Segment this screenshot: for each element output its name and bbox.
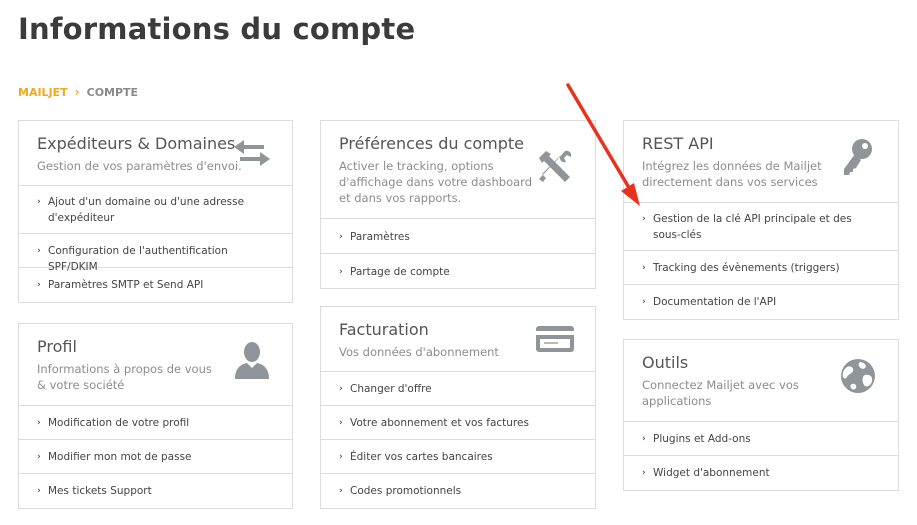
card-billing-header: Facturation Vos données d'abonnement: [321, 307, 595, 372]
chevron-right-icon: ›: [339, 418, 343, 428]
chevron-right-icon: ›: [642, 297, 646, 307]
chevron-right-icon: ›: [37, 452, 41, 462]
card-profile-header: Profil Informations à propos de vous & v…: [19, 324, 292, 406]
link-label: Partage de compte: [350, 266, 450, 278]
link-label: Codes promotionnels: [350, 485, 462, 497]
card-preferences-header: Préférences du compte Activer le trackin…: [321, 121, 595, 219]
chevron-right-icon: ›: [642, 468, 646, 478]
link-label: Votre abonnement et vos factures: [350, 417, 529, 429]
link-promo-codes[interactable]: › Codes promotionnels: [321, 474, 595, 508]
arrows-swap-icon: [232, 135, 272, 171]
card-profile: Profil Informations à propos de vous & v…: [18, 323, 293, 509]
link-label: Paramètres: [350, 231, 410, 243]
link-support-tickets[interactable]: › Mes tickets Support: [19, 474, 292, 508]
chevron-right-icon: ›: [339, 232, 343, 242]
link-subscription-invoices[interactable]: › Votre abonnement et vos factures: [321, 406, 595, 440]
link-label: Modification de votre profil: [48, 417, 190, 429]
link-event-tracking[interactable]: › Tracking des évènements (triggers): [624, 251, 898, 285]
credit-card-icon: [535, 321, 575, 357]
chevron-right-icon: ›: [37, 280, 41, 290]
globe-icon: [838, 358, 878, 394]
link-account-sharing[interactable]: › Partage de compte: [321, 254, 595, 288]
chevron-right-icon: ›: [37, 486, 41, 496]
card-senders-header: Expéditeurs & Domaines Gestion de vos pa…: [19, 121, 292, 186]
link-label: Éditer vos cartes bancaires: [350, 451, 493, 463]
chevron-right-icon: ›: [339, 486, 343, 496]
breadcrumb-home-link[interactable]: MAILJET: [18, 86, 68, 99]
card-rest-api-description: Intégrez les données de Mailjet directem…: [642, 159, 822, 189]
chevron-right-icon: ›: [37, 246, 41, 256]
card-profile-description: Informations à propos de vous & votre so…: [37, 362, 212, 392]
link-label: Documentation de l'API: [653, 296, 777, 308]
breadcrumb: MAILJET › COMPTE: [18, 85, 138, 99]
link-add-domain[interactable]: › Ajout d'un domaine ou d'une adresse d'…: [19, 186, 292, 234]
card-tools: Outils Connectez Mailjet avec vos applic…: [623, 339, 899, 491]
breadcrumb-separator: ›: [74, 85, 80, 99]
card-senders: Expéditeurs & Domaines Gestion de vos pa…: [18, 120, 293, 303]
link-api-documentation[interactable]: › Documentation de l'API: [624, 285, 898, 319]
page-title: Informations du compte: [18, 12, 416, 46]
card-preferences-description: Activer le tracking, options d'affichage…: [339, 159, 532, 205]
link-label: Plugins et Add-ons: [653, 433, 751, 445]
key-icon: [838, 139, 878, 175]
chevron-right-icon: ›: [37, 418, 41, 428]
link-subscription-widget[interactable]: › Widget d'abonnement: [624, 456, 898, 490]
link-plugins-addons[interactable]: › Plugins et Add-ons: [624, 422, 898, 456]
tools-icon: [535, 149, 575, 185]
chevron-right-icon: ›: [642, 434, 646, 444]
link-edit-cards[interactable]: › Éditer vos cartes bancaires: [321, 440, 595, 474]
link-change-password[interactable]: › Modifier mon mot de passe: [19, 440, 292, 474]
chevron-right-icon: ›: [37, 197, 41, 207]
chevron-right-icon: ›: [642, 263, 646, 273]
link-change-plan[interactable]: › Changer d'offre: [321, 372, 595, 406]
link-label: Paramètres SMTP et Send API: [48, 279, 204, 291]
link-label: Tracking des évènements (triggers): [653, 262, 840, 274]
card-tools-header: Outils Connectez Mailjet avec vos applic…: [624, 340, 898, 422]
chevron-right-icon: ›: [339, 452, 343, 462]
link-edit-profile[interactable]: › Modification de votre profil: [19, 406, 292, 440]
chevron-right-icon: ›: [642, 214, 646, 224]
link-label: Gestion de la clé API principale et des …: [653, 213, 852, 241]
link-label: Ajout d'un domaine ou d'une adresse d'ex…: [48, 196, 245, 224]
link-label: Configuration de l'authentification SPF/…: [48, 245, 228, 273]
link-label: Mes tickets Support: [48, 485, 152, 497]
card-tools-description: Connectez Mailjet avec vos applications: [642, 378, 799, 408]
breadcrumb-current: COMPTE: [86, 85, 139, 99]
user-icon: [232, 342, 272, 379]
card-billing: Facturation Vos données d'abonnement › C…: [320, 306, 596, 509]
link-settings[interactable]: › Paramètres: [321, 219, 595, 254]
link-spf-dkim[interactable]: › Configuration de l'authentification SP…: [19, 234, 292, 273]
chevron-right-icon: ›: [339, 267, 343, 277]
link-api-key-management[interactable]: › Gestion de la clé API principale et de…: [624, 203, 898, 251]
link-label: Changer d'offre: [350, 383, 432, 395]
chevron-right-icon: ›: [339, 384, 343, 394]
link-label: Modifier mon mot de passe: [48, 451, 192, 463]
card-rest-api-header: REST API Intégrez les données de Mailjet…: [624, 121, 898, 203]
card-preferences: Préférences du compte Activer le trackin…: [320, 120, 596, 289]
card-rest-api: REST API Intégrez les données de Mailjet…: [623, 120, 899, 320]
link-label: Widget d'abonnement: [653, 467, 770, 479]
